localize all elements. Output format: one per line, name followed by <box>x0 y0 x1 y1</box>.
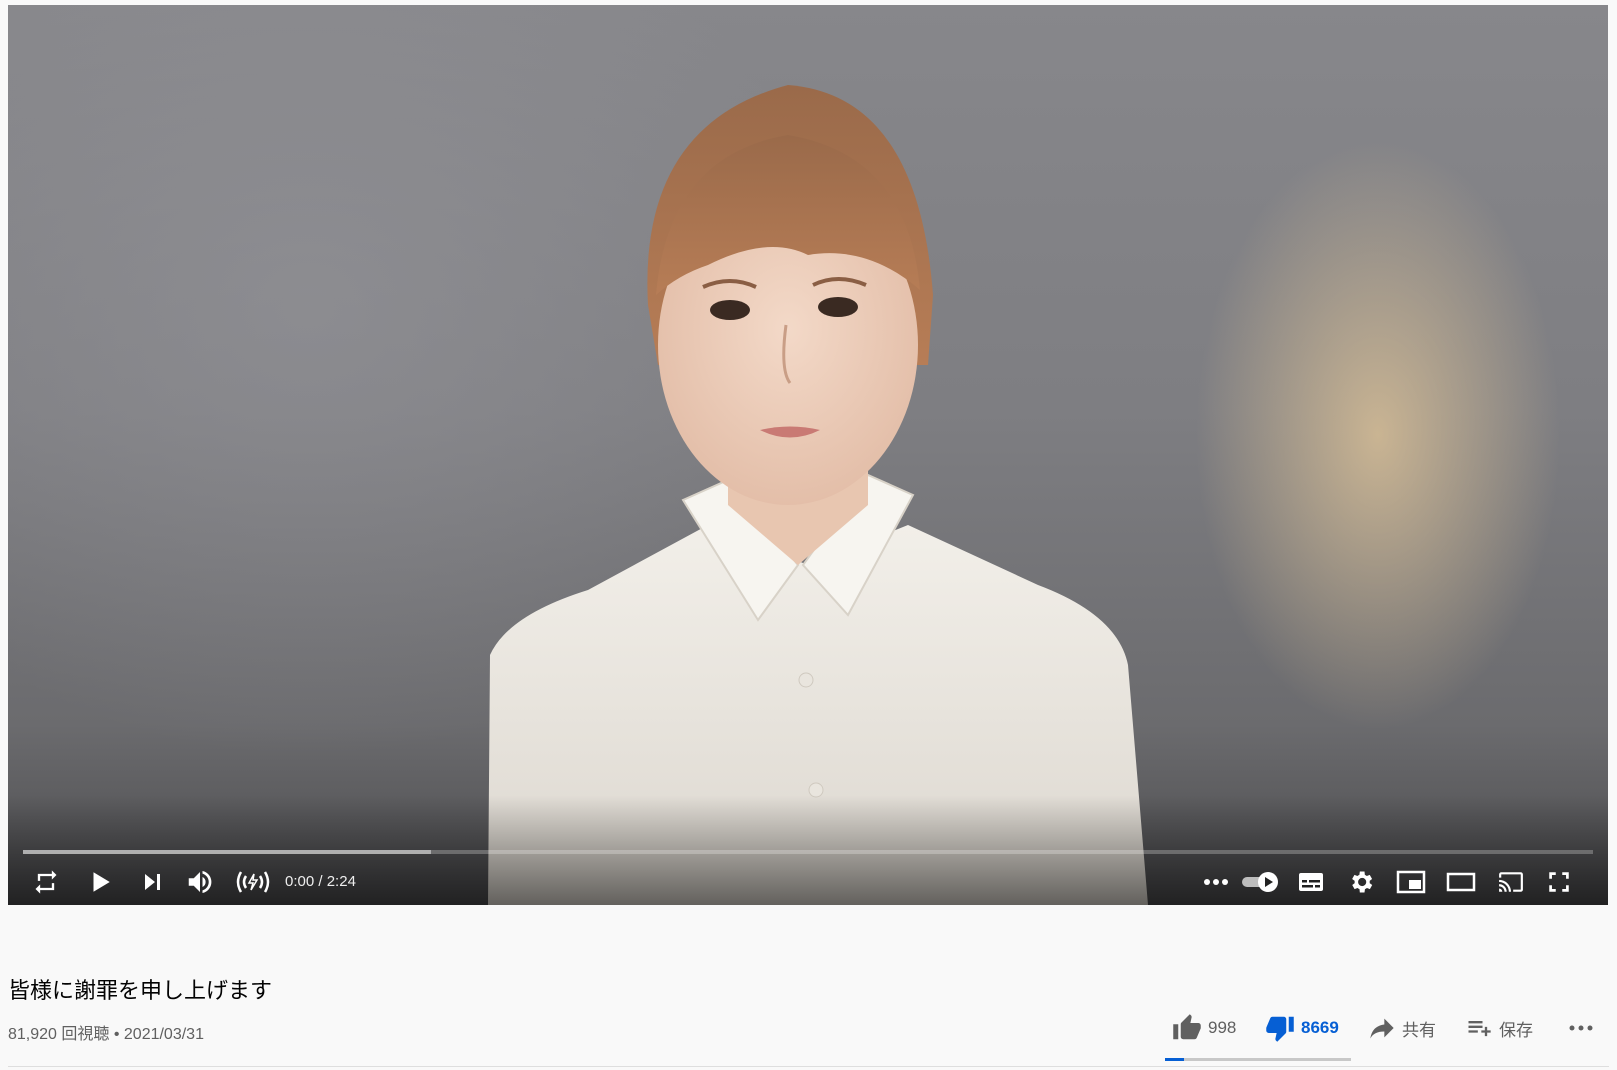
time-current: 0:00 <box>285 873 315 890</box>
dislike-count: 8669 <box>1301 1018 1339 1037</box>
fullscreen-button[interactable] <box>1542 860 1576 904</box>
loop-icon <box>35 870 57 894</box>
thumbs-up-icon <box>1173 1014 1201 1040</box>
video-title: 皆様に謝罪を申し上げます <box>8 979 273 1004</box>
volume-button[interactable] <box>182 860 218 904</box>
fullscreen-icon <box>1549 872 1569 892</box>
settings-gear-icon <box>1352 871 1373 893</box>
more-options-button[interactable] <box>1200 860 1232 904</box>
theater-mode-button[interactable] <box>1444 860 1478 904</box>
like-count: 998 <box>1208 1018 1237 1037</box>
play-button[interactable] <box>84 860 116 904</box>
save-button[interactable]: 保存 <box>1465 1008 1533 1048</box>
cast-icon <box>1499 872 1523 892</box>
autoplay-toggle-icon <box>1242 872 1278 892</box>
action-bar: 998 8669 共有 保存 <box>0 1008 1617 1048</box>
video-player[interactable]: 0:00 / 2:24 <box>8 5 1608 905</box>
sentiment-bar <box>1165 1058 1351 1061</box>
volume-icon <box>188 871 212 893</box>
next-button[interactable] <box>136 860 168 904</box>
playlist-add-icon <box>1468 1021 1491 1037</box>
save-label: 保存 <box>1499 1020 1533 1040</box>
progress-bar[interactable] <box>23 850 1593 854</box>
more-actions-button[interactable] <box>1567 1008 1595 1048</box>
miniplayer-button[interactable] <box>1394 860 1428 904</box>
time-display: 0:00 / 2:24 <box>285 860 356 904</box>
share-button[interactable]: 共有 <box>1368 1008 1436 1048</box>
time-total: 2:24 <box>326 873 356 890</box>
dislike-button[interactable]: 8669 <box>1265 1008 1339 1048</box>
subtitles-button[interactable] <box>1294 860 1328 904</box>
share-arrow-icon <box>1370 1018 1394 1039</box>
cast-button[interactable] <box>1494 860 1528 904</box>
video-person-image <box>488 85 1148 905</box>
sentiment-like-portion <box>1165 1058 1185 1061</box>
autoplay-toggle[interactable] <box>1240 860 1280 904</box>
live-icon <box>236 871 270 893</box>
theater-mode-icon <box>1446 872 1476 892</box>
like-button[interactable]: 998 <box>1172 1008 1236 1048</box>
miniplayer-icon <box>1396 870 1426 894</box>
subtitles-icon <box>1299 873 1323 891</box>
thumbs-down-icon <box>1266 1016 1294 1042</box>
player-controls: 0:00 / 2:24 <box>8 860 1608 904</box>
loop-button[interactable] <box>30 860 62 904</box>
settings-button[interactable] <box>1344 860 1378 904</box>
more-horizontal-icon <box>1569 1025 1593 1031</box>
more-icon <box>1204 879 1228 885</box>
next-icon <box>145 874 160 890</box>
play-icon <box>93 872 110 892</box>
time-separator: / <box>314 873 327 890</box>
live-button[interactable] <box>233 860 273 904</box>
share-label: 共有 <box>1402 1020 1436 1040</box>
progress-buffered <box>23 850 432 854</box>
divider <box>8 1066 1609 1067</box>
